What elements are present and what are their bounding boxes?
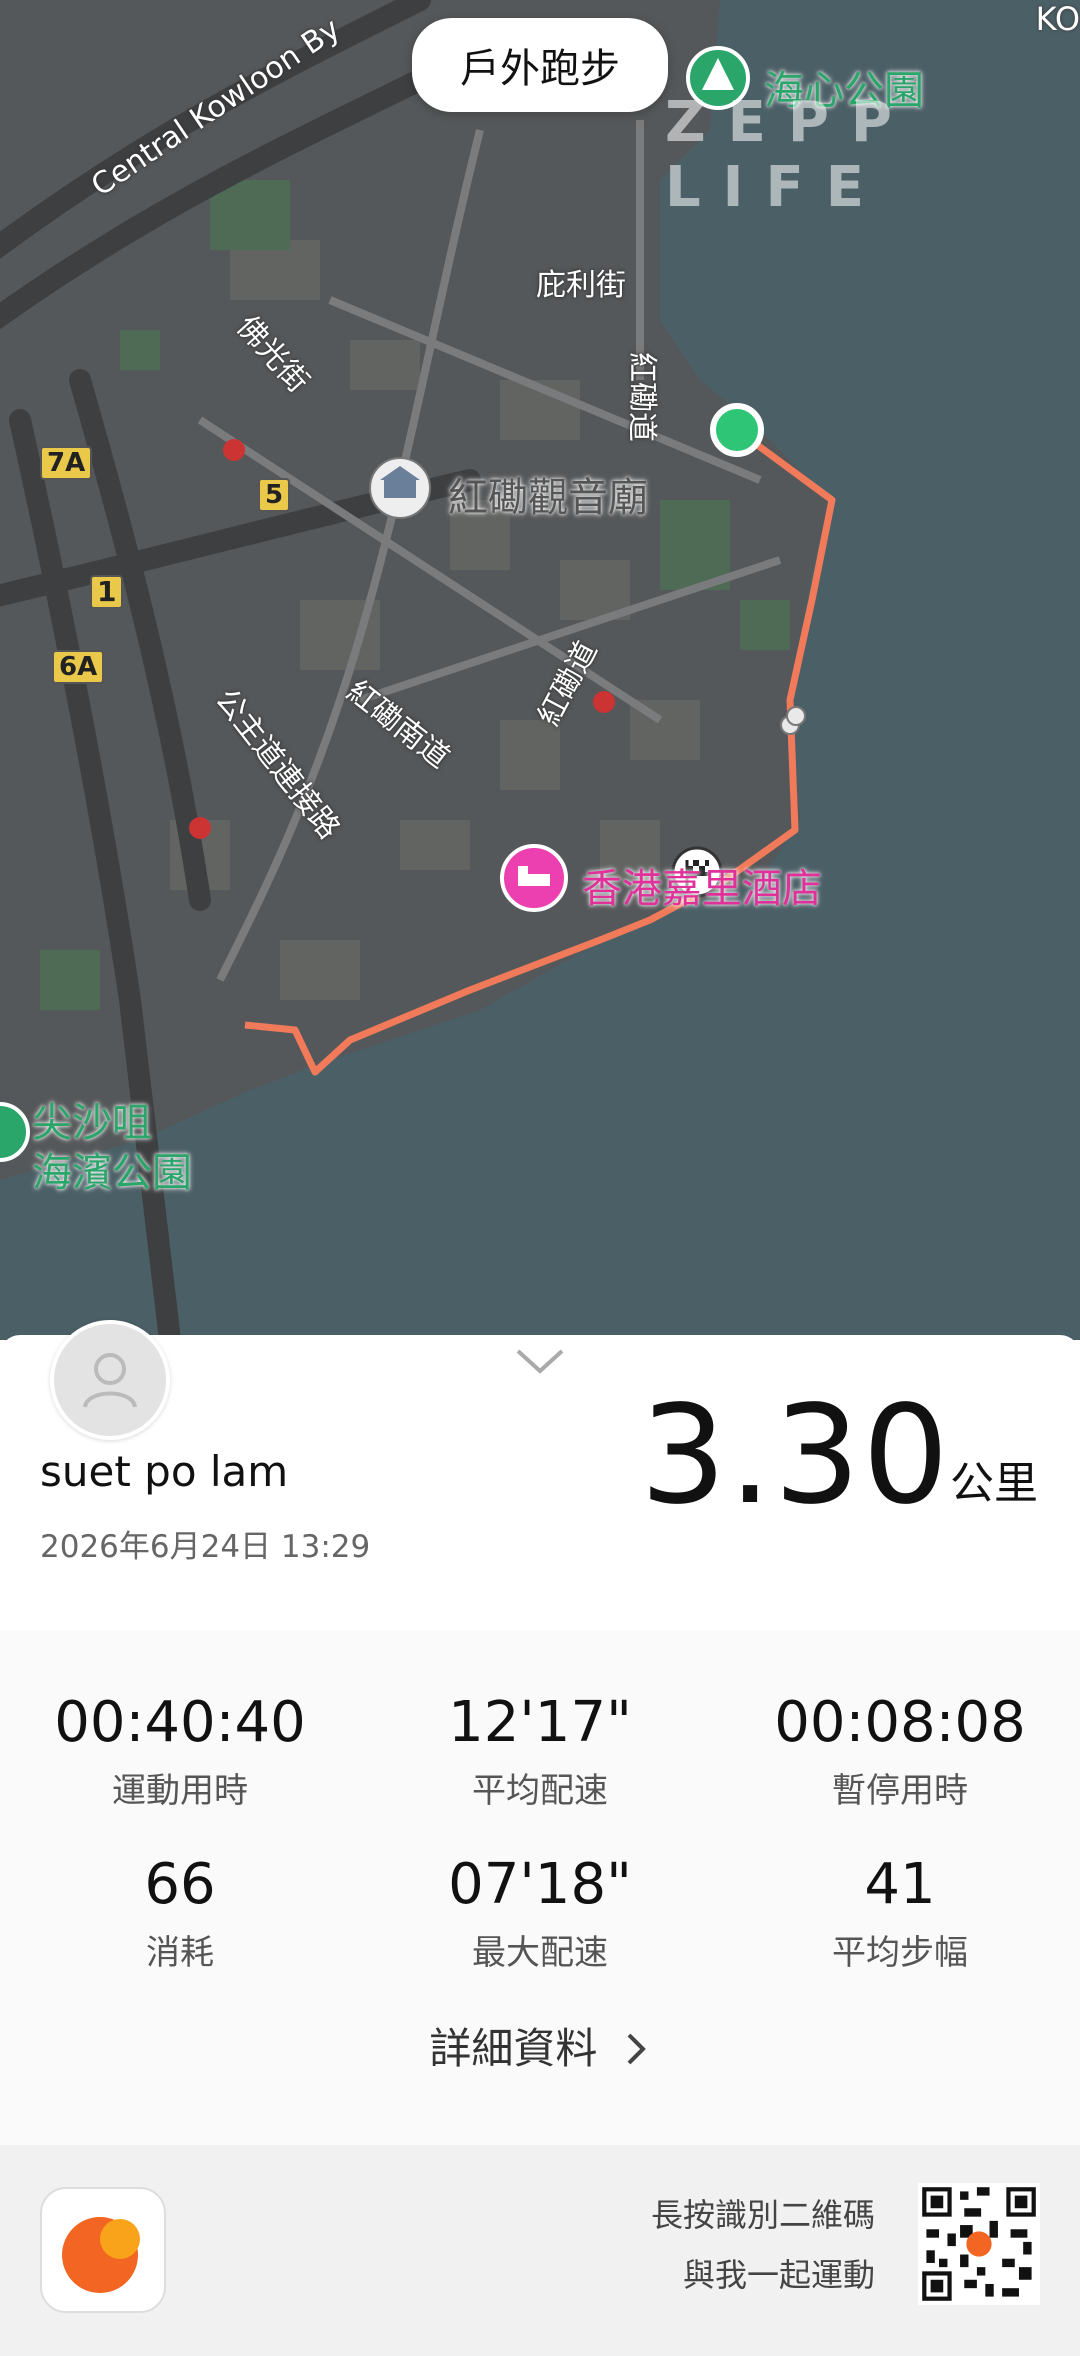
temple-label[interactable]: 紅磡觀音廟 [448,465,648,523]
distance-value: 3.30 [640,1377,951,1535]
qr-hint-line1: 長按識別二維碼 [650,2196,875,2234]
stat-duration: 00:40:40 運動用時 [0,1690,360,1812]
chevron-right-icon [627,2033,646,2065]
stat-avg-stride: 41 平均步幅 [720,1852,1080,1974]
hotel-pin-icon [500,844,568,912]
stat-label: 平均步幅 [832,1933,968,1973]
road-label: 紅磡道 [624,352,659,442]
distance-unit: 公里 [950,1458,1038,1509]
stat-value: 00:40:40 [54,1690,306,1755]
qr-hint-line2: 與我一起運動 [682,2256,875,2294]
qr-code-icon[interactable] [918,2183,1040,2305]
brand-watermark: ZEPP LIFE [665,90,914,220]
stat-value: 66 [144,1852,216,1917]
chevron-down-icon[interactable] [512,1341,568,1381]
summary-sheet: suet po lam 2026年6月24日 13:29 3.30 公里 00:… [0,1320,1080,2356]
avatar[interactable] [50,1320,170,1440]
share-footer: 長按識別二維碼 與我一起運動 [0,2145,1080,2356]
route-map[interactable]: Central Kowloon By 佛光街 庇利街 紅磡道 紅磡南道 紅磡道 … [0,0,1080,1340]
route-shield: 5 [258,478,291,512]
road-label: 庇利街 [536,268,626,303]
stat-label: 暫停用時 [832,1771,968,1811]
user-icon [83,1353,137,1408]
map-corner-label: KO [1035,0,1080,38]
details-link-label: 詳細資料 [429,2024,598,2073]
workout-datetime: 2026年6月24日 13:29 [40,1529,371,1565]
hotel-label[interactable]: 香港嘉里酒店 [582,856,822,914]
stat-label: 消耗 [146,1933,214,1973]
stat-pause-time: 00:08:08 暫停用時 [720,1690,1080,1812]
username: suet po lam [40,1447,289,1496]
stat-value: 12'17" [448,1690,632,1755]
stat-value: 41 [864,1852,936,1917]
route-shield: 7A [40,446,93,480]
stat-avg-pace: 12'17" 平均配速 [360,1690,720,1812]
temple-pin-icon [369,457,431,519]
stat-value: 00:08:08 [774,1690,1026,1755]
stat-calories: 66 消耗 [0,1852,360,1974]
park-label[interactable]: 海濱公園 [32,1140,192,1198]
app-logo-icon [40,2187,166,2313]
activity-mode-label: 戶外跑步 [460,46,620,92]
route-shield: 1 [90,575,124,609]
stat-max-pace: 07'18" 最大配速 [360,1852,720,1974]
stat-label: 最大配速 [472,1933,608,1973]
park-pin-icon [0,1102,30,1162]
stat-value: 07'18" [448,1852,632,1917]
activity-mode-pill[interactable]: 戶外跑步 [412,18,668,112]
stat-label: 運動用時 [112,1771,248,1811]
route-shield: 6A [52,650,105,684]
start-marker [710,403,764,457]
details-link[interactable]: 詳細資料 [0,2015,1080,2076]
stat-label: 平均配速 [472,1771,608,1811]
